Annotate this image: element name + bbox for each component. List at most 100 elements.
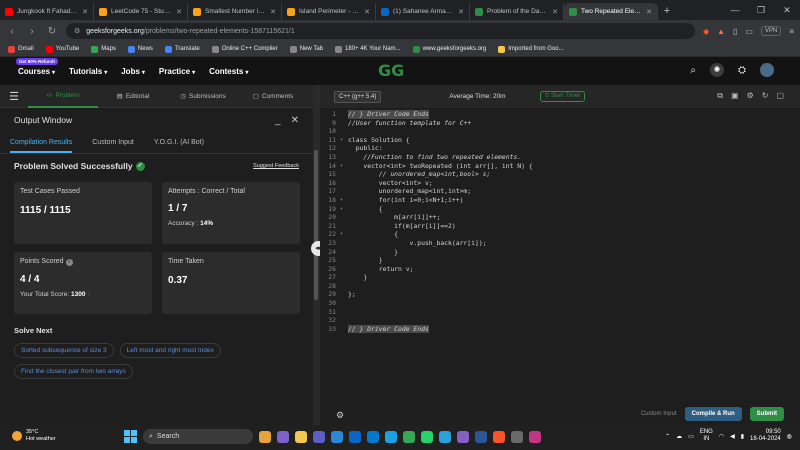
bookmark-item[interactable]: www.geeksforgeeks.org [412, 45, 486, 53]
instagram-app-icon[interactable] [529, 430, 541, 443]
fold-icon[interactable]: ▾ [340, 162, 348, 171]
back-icon[interactable]: ‹ [6, 26, 18, 37]
code-line[interactable]: 29}; [320, 290, 800, 299]
clock[interactable]: 09:50 18-04-2024 [750, 429, 781, 443]
fullscreen-icon[interactable]: ▣ [731, 91, 739, 101]
code-line[interactable]: 22 ▾ { [320, 230, 800, 239]
close-tab-icon[interactable]: ✕ [458, 8, 464, 16]
tab-submissions[interactable]: ◷ Submissions [168, 85, 238, 108]
fold-icon[interactable]: ▾ [340, 205, 348, 214]
browser-tab[interactable]: Problem of the Day | Geek ✕ [470, 3, 564, 20]
offer-badge[interactable]: Get 90% Refund! [16, 57, 59, 65]
close-tab-icon[interactable]: ✕ [270, 8, 276, 16]
edge-browser-icon[interactable] [385, 430, 397, 443]
code-line[interactable]: 31 [320, 308, 800, 317]
browser-tab[interactable]: Island Perimeter - LeetCode ✕ [282, 3, 376, 20]
minimize-panel-icon[interactable]: _ [275, 115, 281, 126]
minimize-icon[interactable]: — [722, 0, 748, 20]
windows-start-icon[interactable] [124, 430, 137, 443]
theme-toggle-icon[interactable]: ✺ [710, 63, 724, 77]
notification-icon[interactable]: ◍ [787, 433, 792, 440]
chat-app-icon[interactable] [277, 430, 289, 443]
code-line[interactable]: 9 //User function template for C++ [320, 119, 800, 128]
maximize-icon[interactable]: ❐ [748, 0, 774, 20]
address-bar[interactable]: ⚙ geeksforgeeks.org/problems/two-repeate… [66, 23, 695, 39]
word-app-icon[interactable] [475, 430, 487, 443]
browser-tab[interactable]: (1) Sahanee Arman | Linke ✕ [376, 3, 470, 20]
close-tab-icon[interactable]: ✕ [82, 8, 88, 16]
menu-icon[interactable]: ≡ [789, 27, 794, 36]
app-icon[interactable] [511, 430, 523, 443]
site-info-icon[interactable]: ⚙ [74, 27, 80, 35]
scrollbar[interactable] [314, 150, 318, 300]
expand-icon[interactable]: ▢ [776, 91, 784, 101]
wifi-icon[interactable]: ◠ [719, 433, 724, 440]
store-app-icon[interactable] [331, 430, 343, 443]
bookmark-item[interactable]: Gmail [8, 45, 34, 53]
submit-button[interactable]: Submit [749, 407, 784, 421]
power-icon[interactable]: ▮ [741, 433, 744, 440]
nav-tutorials[interactable]: Tutorials ▾ [69, 67, 107, 76]
close-icon[interactable]: ✕ [291, 115, 299, 126]
vpn-button[interactable]: VPN [760, 26, 782, 36]
custom-input-button[interactable]: Custom Input [641, 411, 677, 417]
tab-custom-input[interactable]: Custom Input [92, 139, 134, 146]
teams-app-icon[interactable] [313, 430, 325, 443]
browser-tab[interactable]: Jungkook ft Fahad Al Kub ✕ [0, 3, 94, 20]
bookmark-item[interactable]: Online C++ Compiler [211, 45, 278, 53]
code-editor[interactable]: C++ (g++ 5.4) Average Time: 20m ⏲ Start … [320, 85, 800, 425]
tab-comments[interactable]: ▢ Comments [238, 85, 308, 108]
code-line[interactable]: 33 // } Driver Code Ends [320, 324, 800, 334]
sidebar-icon[interactable]: ▯ [733, 27, 737, 36]
gfg-logo[interactable]: GG [378, 61, 404, 80]
cloud-icon[interactable]: ☁ [676, 433, 682, 440]
vs-app-icon[interactable] [457, 430, 469, 443]
code-line[interactable]: 23 v.push_back(arr[i]); [320, 239, 800, 248]
settings-icon[interactable]: ⚙ [747, 91, 754, 101]
taskbar-search[interactable]: ⌕ Search [143, 429, 253, 444]
code-line[interactable]: 15 // unordered_map<int,bool> s; [320, 170, 800, 179]
language-select[interactable]: C++ (g++ 5.4) [334, 90, 382, 103]
search-icon[interactable]: ⌕ [690, 65, 696, 76]
alert-icon[interactable]: ▲ [717, 27, 725, 36]
code-line[interactable]: 1 // } Driver Code Ends [320, 110, 800, 119]
bookmark-item[interactable]: News [127, 45, 153, 53]
close-tab-icon[interactable]: ✕ [646, 8, 652, 16]
chrome-app-icon[interactable] [403, 430, 415, 443]
nav-practice[interactable]: Practice ▾ [159, 67, 195, 76]
close-tab-icon[interactable]: ✕ [176, 8, 182, 16]
suggestion-chip[interactable]: Sorted subsequence of size 3 [14, 343, 114, 358]
code-line[interactable]: 10 [320, 127, 800, 136]
start-timer-button[interactable]: ⏲ Start Timer [539, 91, 586, 102]
suggestion-chip[interactable]: Find the closest pair from two arrays [14, 364, 133, 379]
browser-tab[interactable]: Two Repeated Eleme ✕ [564, 3, 658, 20]
browser-tab[interactable]: Smallest Number in Infinite ✕ [188, 3, 282, 20]
weather-widget[interactable]: 35°C Hot weather [12, 429, 56, 443]
chevron-up-icon[interactable]: ⌃ [665, 433, 670, 440]
suggest-feedback-link[interactable]: Suggest Feedback [253, 163, 299, 169]
gear-icon[interactable]: ⚙ [336, 410, 344, 421]
code-line[interactable]: 14 ▾ vector<int> twoRepeated (int arr[], … [320, 162, 800, 171]
code-line[interactable]: 12 public: [320, 144, 800, 153]
info-icon[interactable]: i [65, 259, 73, 266]
code-line[interactable]: 32 [320, 316, 800, 325]
volume-icon[interactable]: ◀ [730, 433, 735, 440]
hamburger-icon[interactable]: ☰ [0, 90, 28, 103]
nav-courses[interactable]: Get 90% Refund! Courses ▾ [16, 57, 59, 76]
reload-icon[interactable]: ↻ [46, 26, 58, 37]
copy-icon[interactable]: ⧉ [717, 91, 723, 101]
new-tab-icon[interactable]: + [658, 3, 676, 20]
fold-icon[interactable]: ▾ [340, 136, 348, 145]
code-line[interactable]: 21 if(m[arr[i]]==2) [320, 222, 800, 231]
nav-jobs[interactable]: Jobs ▾ [121, 67, 145, 76]
bookmark-item[interactable]: New Tab [289, 45, 323, 53]
code-line[interactable]: 30 [320, 299, 800, 308]
bookmark-item[interactable]: YouTube [45, 45, 79, 53]
vscode-app-icon[interactable] [367, 430, 379, 443]
whatsapp-app-icon[interactable] [421, 430, 433, 443]
reset-icon[interactable]: ↻ [762, 91, 769, 101]
telegram-app-icon[interactable] [439, 430, 451, 443]
code-line[interactable]: 28 [320, 282, 800, 291]
edge-app-icon[interactable] [259, 430, 271, 443]
close-tab-icon[interactable]: ✕ [364, 8, 370, 16]
